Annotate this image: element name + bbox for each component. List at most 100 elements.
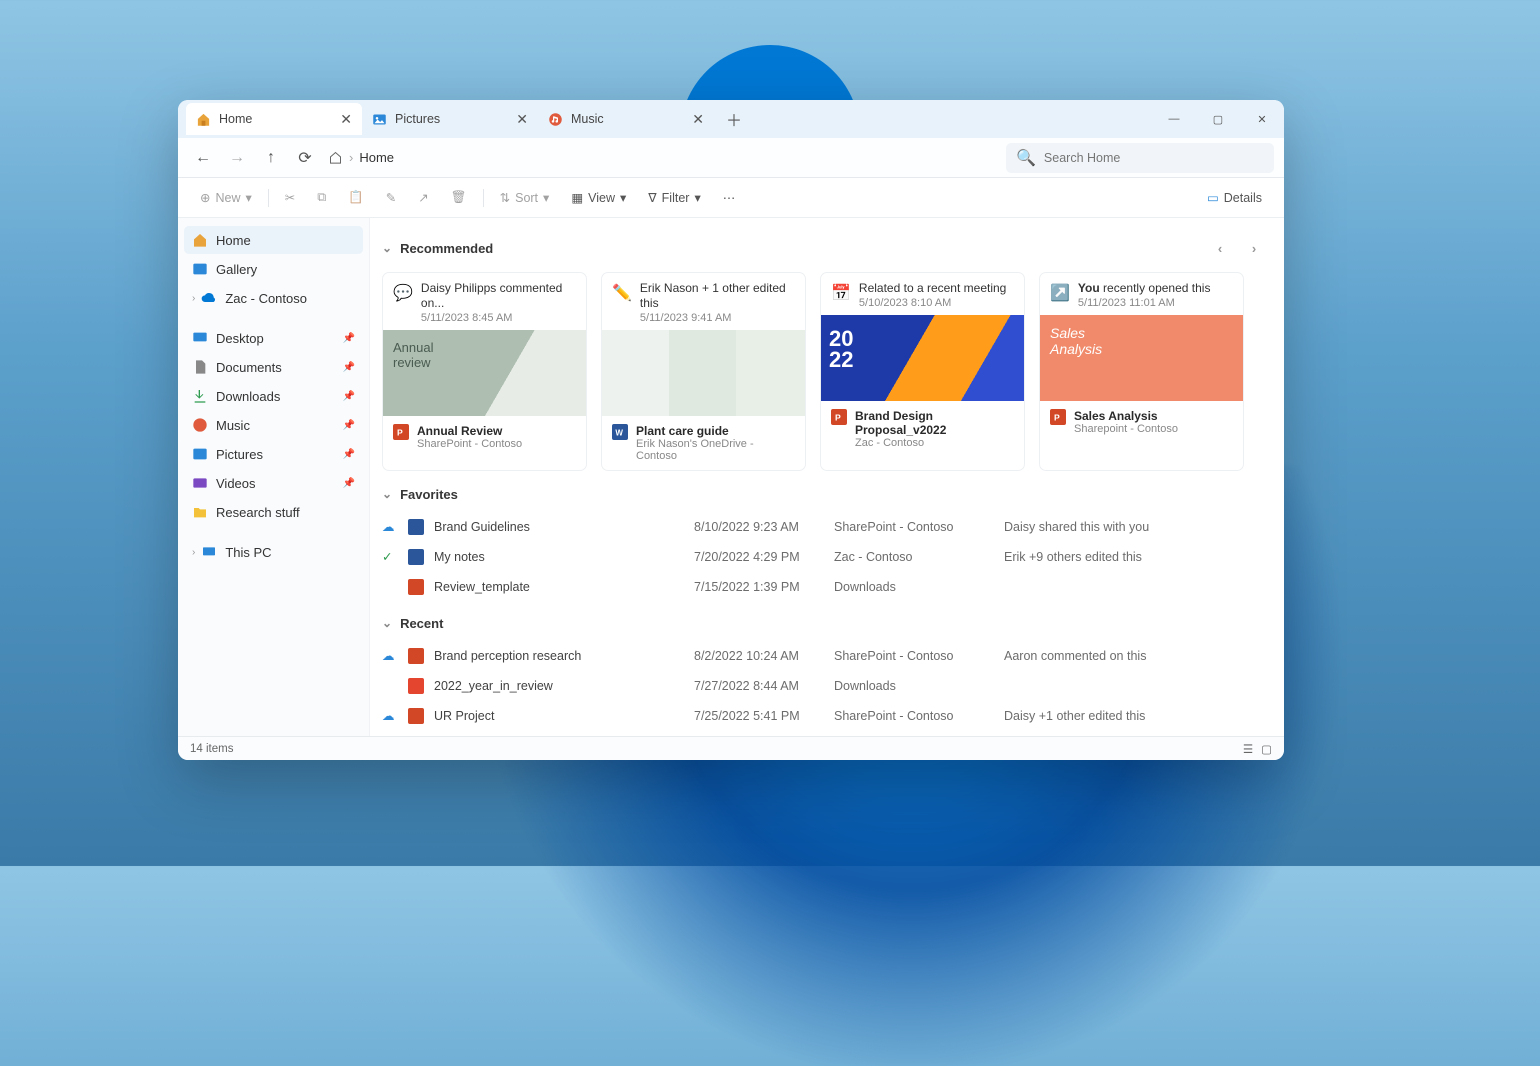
downloads-icon	[192, 388, 208, 404]
filter-button[interactable]: ∇Filter▾	[640, 184, 708, 212]
calendar-icon: 📅	[831, 283, 851, 303]
sidebar-item-music[interactable]: Music📌	[184, 411, 363, 439]
sidebar-item-research[interactable]: Research stuff	[184, 498, 363, 526]
section-recent-header[interactable]: ⌄ Recent	[382, 616, 1268, 631]
search-icon: 🔍	[1016, 148, 1036, 168]
sync-icon: ✓	[382, 549, 408, 564]
tab-label: Home	[219, 112, 252, 126]
minimize-button[interactable]: —	[1152, 100, 1196, 138]
rename-button[interactable]: ✎	[378, 184, 404, 212]
sidebar-item-videos[interactable]: Videos📌	[184, 469, 363, 497]
tab-music[interactable]: Music ✕	[538, 103, 714, 135]
separator	[483, 189, 484, 207]
section-recommended-header[interactable]: ⌄ Recommended ‹ ›	[382, 234, 1268, 262]
list-item[interactable]: 2022_year_in_review7/27/2022 8:44 AMDown…	[382, 671, 1268, 701]
new-tab-button[interactable]: ＋	[720, 105, 748, 133]
list-item[interactable]: ☁Brand perception research8/2/2022 10:24…	[382, 641, 1268, 671]
breadcrumb[interactable]: › Home	[328, 150, 1002, 165]
chevron-right-icon: ›	[192, 547, 195, 558]
forward-button[interactable]: →	[222, 143, 252, 173]
favorites-list: ☁Brand Guidelines8/10/2022 9:23 AMShareP…	[382, 512, 1268, 602]
sidebar-item-gallery[interactable]: Gallery	[184, 255, 363, 283]
open-icon: ↗️	[1050, 283, 1070, 303]
copy-button[interactable]: ⧉	[309, 184, 334, 212]
share-button[interactable]: ↗	[410, 184, 436, 212]
sidebar-item-account[interactable]: ›Zac - Contoso	[184, 284, 363, 312]
sidebar-item-documents[interactable]: Documents📌	[184, 353, 363, 381]
paste-button[interactable]: 📋	[340, 184, 372, 212]
pdf-icon	[408, 678, 430, 694]
cloud-icon: ☁	[382, 648, 408, 663]
close-icon[interactable]: ✕	[340, 111, 352, 128]
new-button[interactable]: ⊕New▾	[192, 184, 260, 212]
card-thumbnail	[602, 330, 805, 416]
recommended-card[interactable]: 📅Related to a recent meeting5/10/2023 8:…	[820, 272, 1025, 471]
sidebar-item-thispc[interactable]: ›This PC	[184, 538, 363, 566]
maximize-button[interactable]: ▢	[1196, 100, 1240, 138]
sidebar-item-downloads[interactable]: Downloads📌	[184, 382, 363, 410]
copy-icon: ⧉	[317, 190, 326, 205]
comment-icon: 💬	[393, 283, 413, 303]
more-button[interactable]: ⋯	[715, 184, 744, 212]
status-bar: 14 items ☰ ▢	[178, 736, 1284, 760]
details-pane-button[interactable]: ▭Details	[1199, 184, 1270, 212]
word-icon	[408, 549, 430, 565]
cut-icon: ✂	[285, 190, 295, 205]
home-icon	[192, 232, 208, 248]
carousel-next-button[interactable]: ›	[1240, 234, 1268, 262]
powerpoint-icon	[408, 648, 430, 664]
share-icon: ↗	[418, 190, 428, 205]
tab-label: Pictures	[395, 112, 440, 126]
cloud-icon: ☁	[382, 708, 408, 723]
search-input[interactable]	[1044, 151, 1264, 165]
thumbnails-view-button[interactable]: ▢	[1261, 742, 1272, 756]
recommended-card[interactable]: 💬Daisy Philipps commented on...5/11/2023…	[382, 272, 587, 471]
gallery-icon	[192, 261, 208, 277]
pin-icon: 📌	[343, 420, 355, 431]
powerpoint-icon	[408, 708, 430, 724]
paste-icon: 📋	[348, 190, 364, 205]
view-icon: ▦	[571, 190, 583, 205]
details-view-button[interactable]: ☰	[1243, 742, 1253, 756]
list-item[interactable]: ✓My notes7/20/2022 4:29 PMZac - ContosoE…	[382, 542, 1268, 572]
search-box[interactable]: 🔍	[1006, 143, 1274, 173]
refresh-button[interactable]: ⟳	[290, 143, 320, 173]
list-item[interactable]: Review_template7/15/2022 1:39 PMDownload…	[382, 572, 1268, 602]
section-favorites-header[interactable]: ⌄ Favorites	[382, 487, 1268, 502]
content-pane: ⌄ Recommended ‹ › 💬Daisy Philipps commen…	[370, 218, 1284, 736]
list-item[interactable]: ☁Brand Guidelines8/10/2022 9:23 AMShareP…	[382, 512, 1268, 542]
card-thumbnail	[383, 330, 586, 416]
up-button[interactable]: ↑	[256, 143, 286, 173]
view-button[interactable]: ▦View▾	[563, 184, 634, 212]
sort-button[interactable]: ⇅Sort▾	[492, 184, 558, 212]
chevron-down-icon: ▾	[694, 190, 700, 205]
carousel-prev-button[interactable]: ‹	[1206, 234, 1234, 262]
cut-button[interactable]: ✂	[277, 184, 303, 212]
videos-icon	[192, 475, 208, 491]
close-icon[interactable]: ✕	[692, 111, 704, 128]
documents-icon	[192, 359, 208, 375]
separator	[268, 189, 269, 207]
close-icon[interactable]: ✕	[516, 111, 528, 128]
svg-text:P: P	[835, 412, 841, 422]
tab-home[interactable]: Home ✕	[186, 103, 362, 135]
sidebar-item-desktop[interactable]: Desktop📌	[184, 324, 363, 352]
delete-button[interactable]: 🗑	[443, 184, 475, 212]
window-controls: — ▢ ✕	[1152, 100, 1284, 138]
details-icon: ▭	[1207, 190, 1219, 205]
tab-pictures[interactable]: Pictures ✕	[362, 103, 538, 135]
sidebar-item-pictures[interactable]: Pictures📌	[184, 440, 363, 468]
powerpoint-icon: P	[393, 424, 409, 450]
list-item[interactable]: ☁UR Project7/25/2022 5:41 PMSharePoint -…	[382, 701, 1268, 731]
pictures-icon	[372, 112, 387, 127]
close-window-button[interactable]: ✕	[1240, 100, 1284, 138]
pin-icon: 📌	[343, 362, 355, 373]
pc-icon	[201, 544, 217, 560]
address-bar: ← → ↑ ⟳ › Home 🔍	[178, 138, 1284, 178]
item-count: 14 items	[190, 743, 233, 755]
recommended-card[interactable]: ↗️You You recently opened thisrecently o…	[1039, 272, 1244, 471]
sidebar-item-home[interactable]: Home	[184, 226, 363, 254]
back-button[interactable]: ←	[188, 143, 218, 173]
recommended-card[interactable]: ✏️Erik Nason + 1 other edited this5/11/2…	[601, 272, 806, 471]
chevron-down-icon: ⌄	[382, 616, 392, 630]
